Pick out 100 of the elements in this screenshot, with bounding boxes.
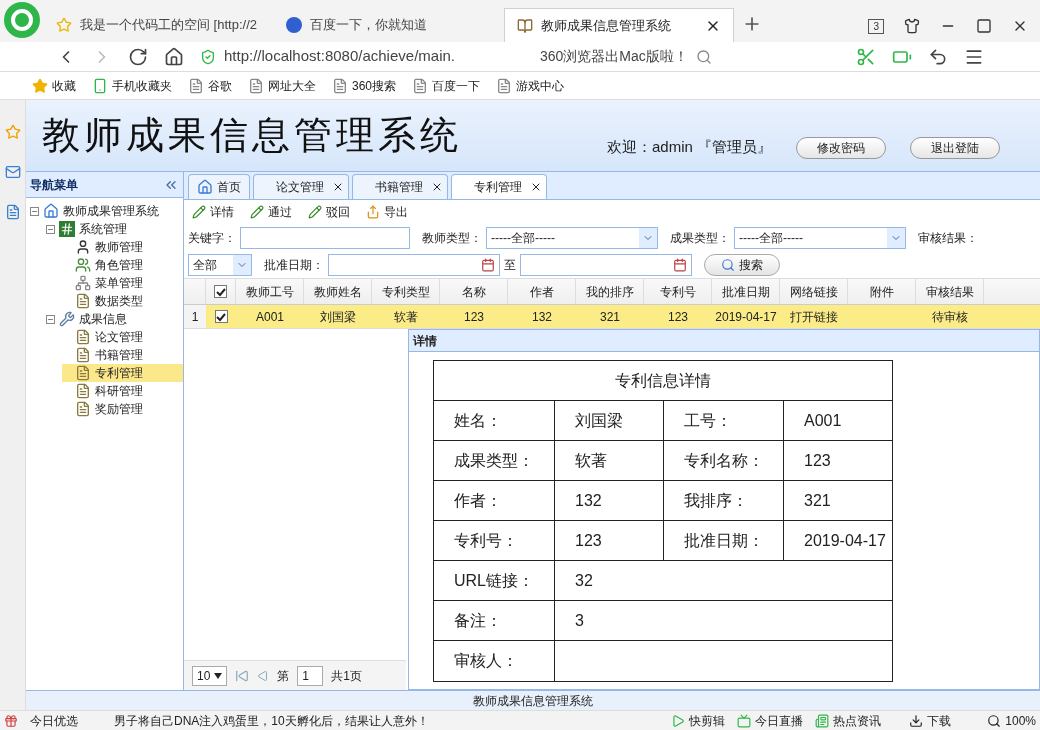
search-icon: [721, 257, 735, 272]
bookmark-link[interactable]: 手机收藏夹: [92, 76, 172, 95]
date-label: 批准日期：: [264, 256, 324, 274]
search-icon[interactable]: [695, 48, 712, 65]
table-row[interactable]: 1 A001 刘国梁 软著 123 132 321 123 2019-04-17 打开链接 待审核: [184, 305, 1040, 329]
date-field[interactable]: [328, 253, 500, 276]
toolbar-button[interactable]: 通过: [250, 203, 292, 221]
checkbox[interactable]: [214, 285, 227, 298]
page-tab[interactable]: 专利管理: [451, 174, 547, 199]
detail-label: 批准日期：: [663, 521, 784, 560]
bookmark-link[interactable]: 游戏中心: [496, 76, 565, 95]
url-field[interactable]: http://localhost:8080/achieve/main.: [200, 45, 500, 68]
column-header[interactable]: 教师工号: [236, 279, 304, 304]
hash-icon: [59, 221, 75, 237]
toolbar-button[interactable]: 驳回: [308, 203, 350, 221]
browser-tab[interactable]: 教师成果信息管理系统: [504, 8, 734, 42]
column-header[interactable]: 作者: [508, 279, 576, 304]
calendar-icon[interactable]: [673, 257, 687, 272]
date-field[interactable]: [520, 253, 692, 276]
detail-label: 审核人：: [434, 641, 555, 681]
close-tab-icon[interactable]: [332, 181, 344, 193]
column-header[interactable]: 我的排序: [576, 279, 644, 304]
reload-icon[interactable]: [128, 46, 148, 67]
teacher-type-label: 教师类型：: [422, 229, 482, 247]
header-button[interactable]: 修改密码: [796, 136, 886, 159]
home-icon[interactable]: [164, 46, 184, 67]
bookmark-link[interactable]: 360搜索: [332, 76, 397, 95]
bookmark-link[interactable]: 谷歌: [188, 76, 232, 95]
column-header[interactable]: 专利类型: [372, 279, 440, 304]
status-link[interactable]: 今日直播: [737, 711, 804, 730]
table-cell-text: 123: [463, 308, 485, 326]
note-icon[interactable]: [4, 204, 21, 220]
tree-item[interactable]: 教师管理: [62, 238, 183, 256]
teacher-type-select[interactable]: -----全部-----: [486, 226, 658, 249]
shirt-icon[interactable]: [904, 18, 920, 34]
close-tab-icon[interactable]: [431, 181, 443, 193]
gift-icon[interactable]: [4, 713, 18, 728]
detail-value: 123: [574, 530, 603, 551]
status-link[interactable]: 热点资讯: [815, 711, 882, 730]
page-tab[interactable]: 书籍管理: [352, 174, 448, 199]
tree-item[interactable]: 角色管理: [62, 256, 183, 274]
undo-icon[interactable]: [928, 46, 948, 67]
search-button[interactable]: 搜索: [704, 253, 780, 276]
zoom-level[interactable]: 100%: [987, 711, 1036, 730]
column-header[interactable]: 专利号: [644, 279, 712, 304]
calendar-icon[interactable]: [481, 257, 495, 272]
tree-item[interactable]: 书籍管理: [62, 346, 183, 364]
keyword-field[interactable]: [240, 226, 410, 249]
tree-item[interactable]: 系统管理: [46, 220, 183, 238]
review-select[interactable]: 全部: [188, 253, 252, 276]
browser-tab[interactable]: 百度一下，你就知道: [274, 8, 504, 42]
status-link[interactable]: 快剪辑: [671, 711, 726, 730]
tree-item[interactable]: 成果信息: [46, 310, 183, 328]
header-button[interactable]: 退出登陆: [910, 136, 1000, 159]
result-type-select[interactable]: -----全部-----: [734, 226, 906, 249]
column-header[interactable]: 名称: [440, 279, 508, 304]
collapse-icon[interactable]: [46, 224, 55, 234]
tree-item[interactable]: 数据类型: [62, 292, 183, 310]
toolbar-button[interactable]: 导出: [366, 203, 408, 221]
bookmark-link[interactable]: 收藏: [32, 76, 76, 95]
collapse-icon[interactable]: [30, 206, 39, 216]
mail-icon[interactable]: [4, 164, 21, 180]
page-icon: [188, 77, 204, 94]
column-header[interactable]: 审核结果: [916, 279, 984, 304]
review-label: 审核结果：: [918, 229, 978, 247]
tree-item[interactable]: 专利管理: [62, 364, 183, 382]
date-range-separator: 至: [504, 256, 516, 274]
page-tab[interactable]: 首页: [188, 174, 250, 199]
app-title: 教师成果信息管理系统: [42, 112, 462, 159]
tab-count[interactable]: 3: [868, 18, 884, 34]
page-field[interactable]: 1: [297, 665, 324, 686]
download-link[interactable]: 下载: [909, 711, 952, 730]
checkbox[interactable]: [214, 310, 228, 323]
toolbar-button[interactable]: 详情: [192, 203, 234, 221]
column-header[interactable]: 附件: [848, 279, 916, 304]
promo-link[interactable]: 今日优选: [30, 711, 78, 730]
browser-logo-icon[interactable]: [4, 2, 40, 38]
bookmark-link[interactable]: 网址大全: [248, 76, 316, 95]
tree-item[interactable]: 教师成果管理系统: [30, 202, 183, 220]
star-icon[interactable]: [4, 124, 21, 140]
news-link[interactable]: 男子将自己DNA注入鸡蛋里，10天孵化后，结果让人意外！: [114, 711, 429, 730]
search-field[interactable]: 360浏览器出Mac版啦！: [540, 46, 730, 67]
table-cell-text: 软著: [393, 308, 419, 326]
collapse-icon[interactable]: [46, 314, 55, 324]
tree-item[interactable]: 论文管理: [62, 328, 183, 346]
maximize-icon[interactable]: [976, 18, 992, 34]
page-tab[interactable]: 论文管理: [253, 174, 349, 199]
page-icon: [517, 17, 533, 34]
tree-item[interactable]: 科研管理: [62, 382, 183, 400]
detail-value: 3: [574, 610, 585, 631]
column-header[interactable]: 网络链接: [780, 279, 848, 304]
tree-item[interactable]: 奖励管理: [62, 400, 183, 418]
close-tab-icon[interactable]: [530, 181, 542, 193]
browser-tab[interactable]: 我是一个代码工的空间 [http://2: [44, 8, 274, 42]
column-header[interactable]: 教师姓名: [304, 279, 372, 304]
page-size-select[interactable]: 10: [192, 665, 228, 686]
column-header[interactable]: 批准日期: [712, 279, 780, 304]
tree-item[interactable]: 菜单管理: [62, 274, 183, 292]
scissors-icon[interactable]: [856, 46, 876, 67]
bookmark-link[interactable]: 百度一下: [412, 76, 481, 95]
